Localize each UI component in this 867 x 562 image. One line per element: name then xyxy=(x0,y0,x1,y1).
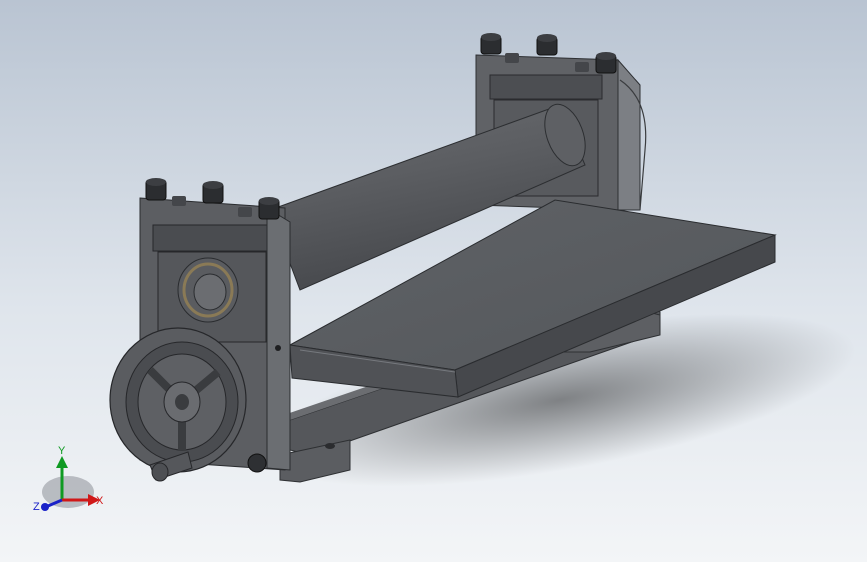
x-axis-label: X xyxy=(96,495,104,507)
frame-bottom-bolt xyxy=(247,453,267,473)
bearing-housing xyxy=(177,257,239,323)
coordinate-triad: Y X Z xyxy=(33,445,104,513)
z-axis-label: Z xyxy=(33,501,40,513)
roller-machine-model[interactable]: Y X Z xyxy=(0,0,867,562)
y-axis-label: Y xyxy=(58,445,66,457)
cad-viewport[interactable]: Y X Z xyxy=(0,0,867,562)
